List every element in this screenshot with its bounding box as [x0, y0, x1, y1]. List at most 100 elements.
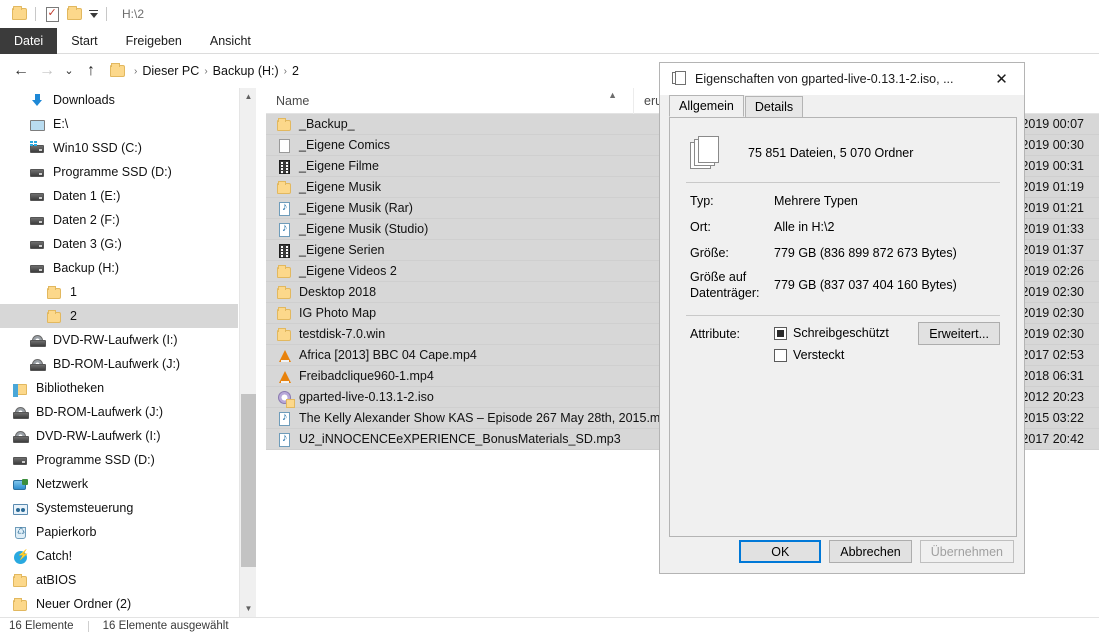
folder-icon	[46, 284, 63, 301]
sidebar-item-label: Netzwerk	[36, 477, 89, 491]
film-icon	[276, 158, 293, 175]
drive-icon	[29, 212, 46, 229]
dialog-title-bar[interactable]: Eigenschaften von gparted-live-0.13.1-2.…	[660, 63, 1024, 95]
sidebar-item-bd-rom-laufwerk-j[interactable]: BD-ROM-Laufwerk (J:)	[0, 400, 238, 424]
advanced-button[interactable]: Erweitert...	[918, 322, 1000, 345]
cancel-button[interactable]: Abbrechen	[829, 540, 912, 563]
forward-icon: →	[39, 62, 55, 79]
explorer-window: H:\2 Datei Start Freigeben Ansicht ← → ⌄…	[0, 0, 1099, 634]
status-item-count: 16 Elemente	[9, 620, 74, 632]
document-icon	[276, 137, 293, 154]
status-bar: 16 Elemente 16 Elemente ausgewählt	[0, 617, 1099, 634]
sidebar-item-dvd-rw-laufwerk-i[interactable]: DVD-RW-Laufwerk (I:)	[0, 424, 238, 448]
sidebar-item-label: Programme SSD (D:)	[53, 165, 172, 179]
field-typ: Typ: Mehrere Typen	[670, 183, 1016, 209]
iso-icon	[276, 389, 295, 408]
monitor-icon	[29, 116, 46, 133]
up-icon[interactable]: ↑	[78, 58, 104, 84]
optical-drive-icon	[12, 404, 29, 421]
file-name-label: Freibadclique960-1.mp4	[299, 369, 434, 383]
sidebar-item-label: Daten 3 (G:)	[53, 237, 122, 251]
sidebar-item-atbios[interactable]: atBIOS	[0, 568, 238, 592]
system-drive-icon	[29, 140, 46, 157]
sidebar-item-dvd-rw-laufwerk-i[interactable]: DVD-RW-Laufwerk (I:)	[0, 328, 238, 352]
attributes-row: Attribute: Schreibgeschützt Versteckt Er…	[670, 316, 1016, 370]
hidden-checkbox-row[interactable]: Versteckt	[774, 348, 889, 362]
library-icon	[12, 380, 29, 397]
sidebar-item-netzwerk[interactable]: Netzwerk	[0, 472, 238, 496]
sidebar-item-label: E:\	[53, 117, 69, 131]
readonly-checkbox[interactable]	[774, 327, 787, 340]
scrollbar-thumb[interactable]	[241, 394, 256, 567]
optical-drive-icon	[29, 356, 46, 373]
breadcrumb-item-0[interactable]: Dieser PC	[142, 64, 199, 78]
breadcrumb-item-2[interactable]: 2	[292, 64, 299, 78]
hidden-checkbox[interactable]	[774, 349, 787, 362]
file-name-label: _Backup_	[299, 117, 355, 131]
breadcrumb-chevron-icon: ›	[134, 65, 138, 77]
window-title: H:\2	[122, 7, 145, 21]
file-name-label: _Eigene Musik (Studio)	[299, 222, 429, 236]
breadcrumb: › Dieser PC › Backup (H:) › 2	[110, 60, 299, 82]
dialog-summary-text: 75 851 Dateien, 5 070 Ordner	[748, 146, 914, 160]
sidebar-item-catch[interactable]: Catch!	[0, 544, 238, 568]
column-header-name[interactable]: Name ▲	[266, 87, 634, 114]
music-icon	[276, 200, 293, 217]
readonly-checkbox-row[interactable]: Schreibgeschützt	[774, 326, 889, 340]
field-ort: Ort: Alle in H:\2	[670, 209, 1016, 235]
catch-icon	[12, 548, 29, 565]
ok-button[interactable]: OK	[739, 540, 822, 563]
field-groesse: Größe: 779 GB (836 899 872 673 Bytes)	[670, 235, 1016, 261]
tab-ansicht[interactable]: Ansicht	[196, 28, 265, 54]
scroll-up-icon[interactable]: ▲	[240, 88, 257, 105]
folder-icon	[276, 263, 293, 280]
film-icon	[276, 242, 293, 259]
new-folder-icon[interactable]	[63, 3, 85, 25]
tab-datei[interactable]: Datei	[0, 28, 58, 54]
tab-details[interactable]: Details	[744, 96, 804, 117]
sidebar-item-daten-1-e[interactable]: Daten 1 (E:)	[0, 184, 238, 208]
chevron-down-icon[interactable]	[85, 10, 101, 18]
field-groesse-value: 779 GB (836 899 872 673 Bytes)	[774, 246, 957, 260]
sidebar-item-label: Papierkorb	[36, 525, 97, 539]
sidebar-item-papierkorb[interactable]: Papierkorb	[0, 520, 238, 544]
sidebar-item-1[interactable]: 1	[0, 280, 238, 304]
recent-locations-icon[interactable]: ⌄	[60, 58, 78, 84]
sidebar-scrollbar[interactable]: ▲ ▼	[239, 88, 256, 617]
sidebar-item-bd-rom-laufwerk-j[interactable]: BD-ROM-Laufwerk (J:)	[0, 352, 238, 376]
sidebar-item-programme-ssd-d[interactable]: Programme SSD (D:)	[0, 160, 238, 184]
folder-icon	[12, 596, 29, 613]
sidebar-item-programme-ssd-d[interactable]: Programme SSD (D:)	[0, 448, 238, 472]
sidebar-item-systemsteuerung[interactable]: Systemsteuerung	[0, 496, 238, 520]
file-name-label: _Eigene Comics	[299, 138, 391, 152]
folder-icon[interactable]	[8, 3, 30, 25]
sidebar-item-bibliotheken[interactable]: Bibliotheken	[0, 376, 238, 400]
sidebar-item-neuer-ordner-2[interactable]: Neuer Ordner (2)	[0, 592, 238, 616]
sidebar-item-2[interactable]: 2	[0, 304, 238, 328]
tab-allgemein[interactable]: Allgemein	[669, 95, 744, 117]
close-icon[interactable]: ✕	[979, 63, 1024, 95]
toolbar-divider	[35, 7, 36, 21]
sidebar-item-win10-ssd-c[interactable]: Win10 SSD (C:)	[0, 136, 238, 160]
drive-icon	[12, 452, 29, 469]
sidebar-item-downloads[interactable]: Downloads	[0, 88, 238, 112]
breadcrumb-item-1[interactable]: Backup (H:)	[213, 64, 279, 78]
sidebar-item-backup-h[interactable]: Backup (H:)	[0, 256, 238, 280]
sidebar-item-daten-2-f[interactable]: Daten 2 (F:)	[0, 208, 238, 232]
quick-access-toolbar: H:\2	[0, 0, 1099, 28]
sidebar-item-label: Backup (H:)	[53, 261, 119, 275]
properties-icon[interactable]	[41, 3, 63, 25]
breadcrumb-folder-icon	[110, 63, 125, 77]
scroll-down-icon[interactable]: ▼	[240, 600, 257, 617]
sidebar-item-daten-3-g[interactable]: Daten 3 (G:)	[0, 232, 238, 256]
sidebar-item-e[interactable]: E:\	[0, 112, 238, 136]
sidebar-item-label: atBIOS	[36, 573, 77, 587]
drive-icon	[29, 164, 46, 181]
back-icon[interactable]: ←	[8, 58, 34, 84]
file-name-label: The Kelly Alexander Show KAS – Episode 2…	[299, 411, 675, 425]
sort-ascending-icon: ▲	[608, 89, 617, 100]
tab-freigeben[interactable]: Freigeben	[112, 28, 196, 54]
tab-start[interactable]: Start	[57, 28, 111, 54]
file-name-label: _Eigene Musik (Rar)	[299, 201, 413, 215]
dialog-title: Eigenschaften von gparted-live-0.13.1-2.…	[695, 72, 954, 86]
